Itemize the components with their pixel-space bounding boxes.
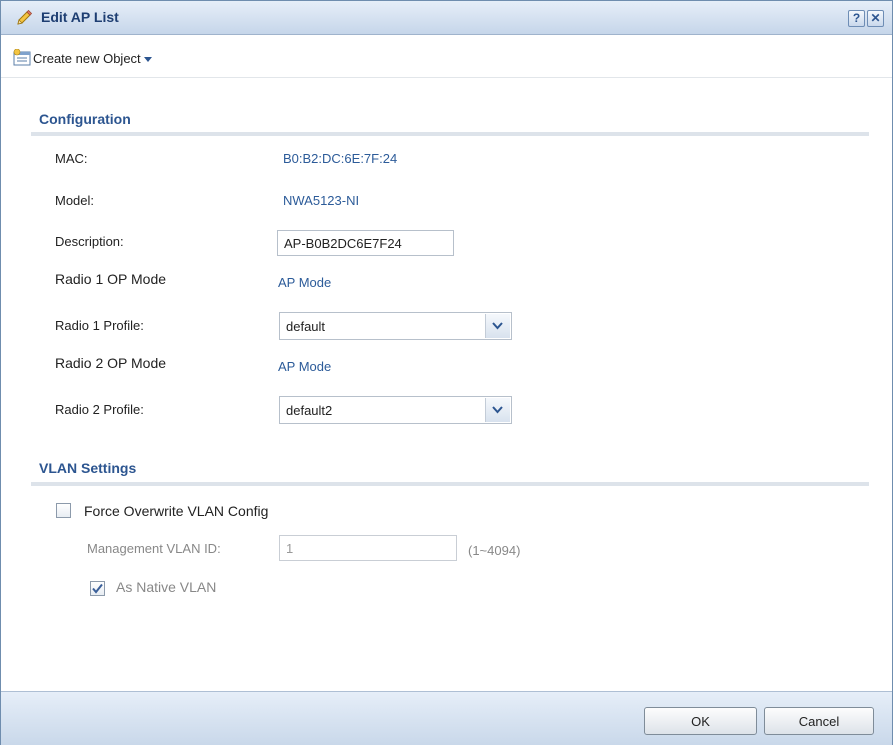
configuration-section-title: Configuration	[39, 111, 131, 127]
radio1-profile-value: default	[286, 319, 326, 334]
radio2-op-mode-label: Radio 2 OP Mode	[55, 355, 167, 371]
radio2-op-mode-value: AP Mode	[278, 359, 332, 374]
title-bar: Edit AP List ? ✕	[1, 1, 892, 35]
radio1-profile-select[interactable]: default	[279, 312, 512, 340]
management-vlan-input[interactable]	[279, 535, 457, 561]
configuration-divider	[31, 132, 869, 136]
force-overwrite-checkbox[interactable]	[56, 503, 71, 518]
caret-down-icon	[143, 57, 152, 62]
mac-value: B0:B2:DC:6E:7F:24	[283, 151, 398, 166]
mac-label: MAC:	[55, 151, 88, 166]
description-input[interactable]	[277, 230, 454, 256]
vlan-divider	[31, 482, 869, 486]
description-label: Description:	[55, 234, 124, 249]
cancel-button[interactable]: Cancel	[764, 707, 874, 735]
radio2-profile-select[interactable]: default2	[279, 396, 512, 424]
force-overwrite-label: Force Overwrite VLAN Config	[84, 503, 269, 519]
close-button[interactable]: ✕	[867, 10, 884, 27]
radio2-profile-label: Radio 2 Profile:	[55, 402, 144, 417]
management-vlan-label: Management VLAN ID:	[87, 541, 221, 556]
dialog-title: Edit AP List	[41, 9, 119, 25]
chevron-down-icon[interactable]	[485, 398, 510, 422]
toolbar: Create new Object	[1, 35, 892, 78]
radio1-op-mode-value: AP Mode	[278, 275, 332, 290]
radio2-profile-value: default2	[286, 403, 333, 418]
edit-ap-list-dialog: Edit AP List ? ✕ Create new Object Confi…	[0, 0, 893, 745]
radio1-profile-label: Radio 1 Profile:	[55, 318, 144, 333]
ok-button[interactable]: OK	[644, 707, 757, 735]
model-label: Model:	[55, 193, 95, 208]
create-new-object-label: Create new Object	[33, 50, 141, 66]
model-value: NWA5123-NI	[283, 193, 360, 208]
chevron-down-icon[interactable]	[485, 314, 510, 338]
management-vlan-range: (1~4094)	[468, 543, 521, 558]
help-button[interactable]: ?	[848, 10, 865, 27]
native-vlan-checkbox[interactable]	[90, 581, 105, 596]
radio1-op-mode-label: Radio 1 OP Mode	[55, 271, 167, 287]
dialog-footer: OK Cancel	[1, 691, 892, 745]
vlan-section-title: VLAN Settings	[39, 460, 137, 476]
native-vlan-label: As Native VLAN	[116, 579, 217, 595]
pencil-icon	[17, 9, 33, 25]
object-list-icon	[13, 49, 31, 66]
create-new-object-button[interactable]: Create new Object	[13, 49, 152, 67]
